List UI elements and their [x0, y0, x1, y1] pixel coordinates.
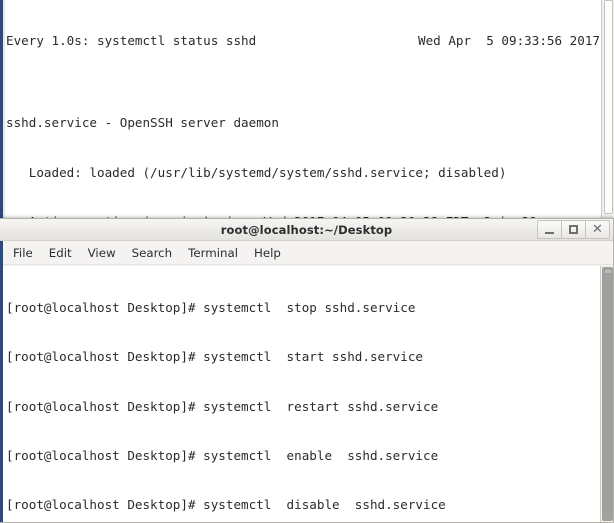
menu-search[interactable]: Search	[124, 244, 181, 262]
watch-terminal-window: Every 1.0s: systemctl status sshd Wed Apr…	[0, 0, 614, 222]
terminal-body[interactable]: [root@localhost Desktop]# systemctl stop…	[3, 266, 613, 522]
watch-line-1: sshd.service - OpenSSH server daemon	[6, 115, 279, 131]
terminal-line-0: [root@localhost Desktop]# systemctl stop…	[6, 299, 416, 315]
menu-help[interactable]: Help	[246, 244, 289, 262]
terminal-line-4: [root@localhost Desktop]# systemctl disa…	[6, 497, 446, 513]
watch-header-row: Every 1.0s: systemctl status sshd Wed Apr…	[6, 33, 600, 49]
watch-timestamp: Wed Apr 5 09:33:56 2017	[418, 32, 600, 48]
watch-terminal-scrollbar[interactable]	[601, 0, 614, 222]
window-controls: ✕	[537, 220, 610, 239]
close-button[interactable]: ✕	[585, 220, 610, 239]
close-icon: ✕	[592, 222, 603, 237]
terminal-title: root@localhost:~/Desktop	[220, 222, 393, 237]
terminal-output: [root@localhost Desktop]# systemctl stop…	[6, 267, 599, 522]
menu-edit[interactable]: Edit	[41, 244, 80, 262]
minimize-button[interactable]	[537, 220, 562, 239]
terminal-line-1: [root@localhost Desktop]# systemctl star…	[6, 349, 424, 365]
terminal-line-2: [root@localhost Desktop]# systemctl rest…	[6, 398, 439, 414]
terminal-menubar: File Edit View Search Terminal Help	[0, 241, 613, 265]
scrollbar-grip-icon	[605, 270, 611, 273]
terminal-window: root@localhost:~/Desktop ✕ File Edit Vie…	[0, 218, 614, 523]
terminal-titlebar[interactable]: root@localhost:~/Desktop ✕	[0, 219, 613, 241]
maximize-icon	[569, 225, 578, 234]
terminal-scrollbar[interactable]	[600, 266, 613, 522]
menu-view[interactable]: View	[80, 244, 124, 262]
menu-terminal[interactable]: Terminal	[180, 244, 246, 262]
watch-window-left-gutter	[3, 0, 5, 222]
minimize-icon	[545, 232, 554, 234]
menu-file[interactable]: File	[9, 244, 41, 262]
maximize-button[interactable]	[561, 220, 586, 239]
watch-scrollbar-thumb[interactable]	[604, 0, 613, 214]
watch-command-label: Every 1.0s: systemctl status sshd	[6, 32, 257, 48]
watch-line-2: Loaded: loaded (/usr/lib/systemd/system/…	[6, 164, 507, 180]
terminal-line-3: [root@localhost Desktop]# systemctl enab…	[6, 447, 439, 463]
terminal-scrollbar-thumb[interactable]	[602, 267, 613, 521]
watch-terminal-output: Every 1.0s: systemctl status sshd Wed Apr…	[6, 0, 600, 222]
desktop-screen: Every 1.0s: systemctl status sshd Wed Apr…	[0, 0, 614, 523]
